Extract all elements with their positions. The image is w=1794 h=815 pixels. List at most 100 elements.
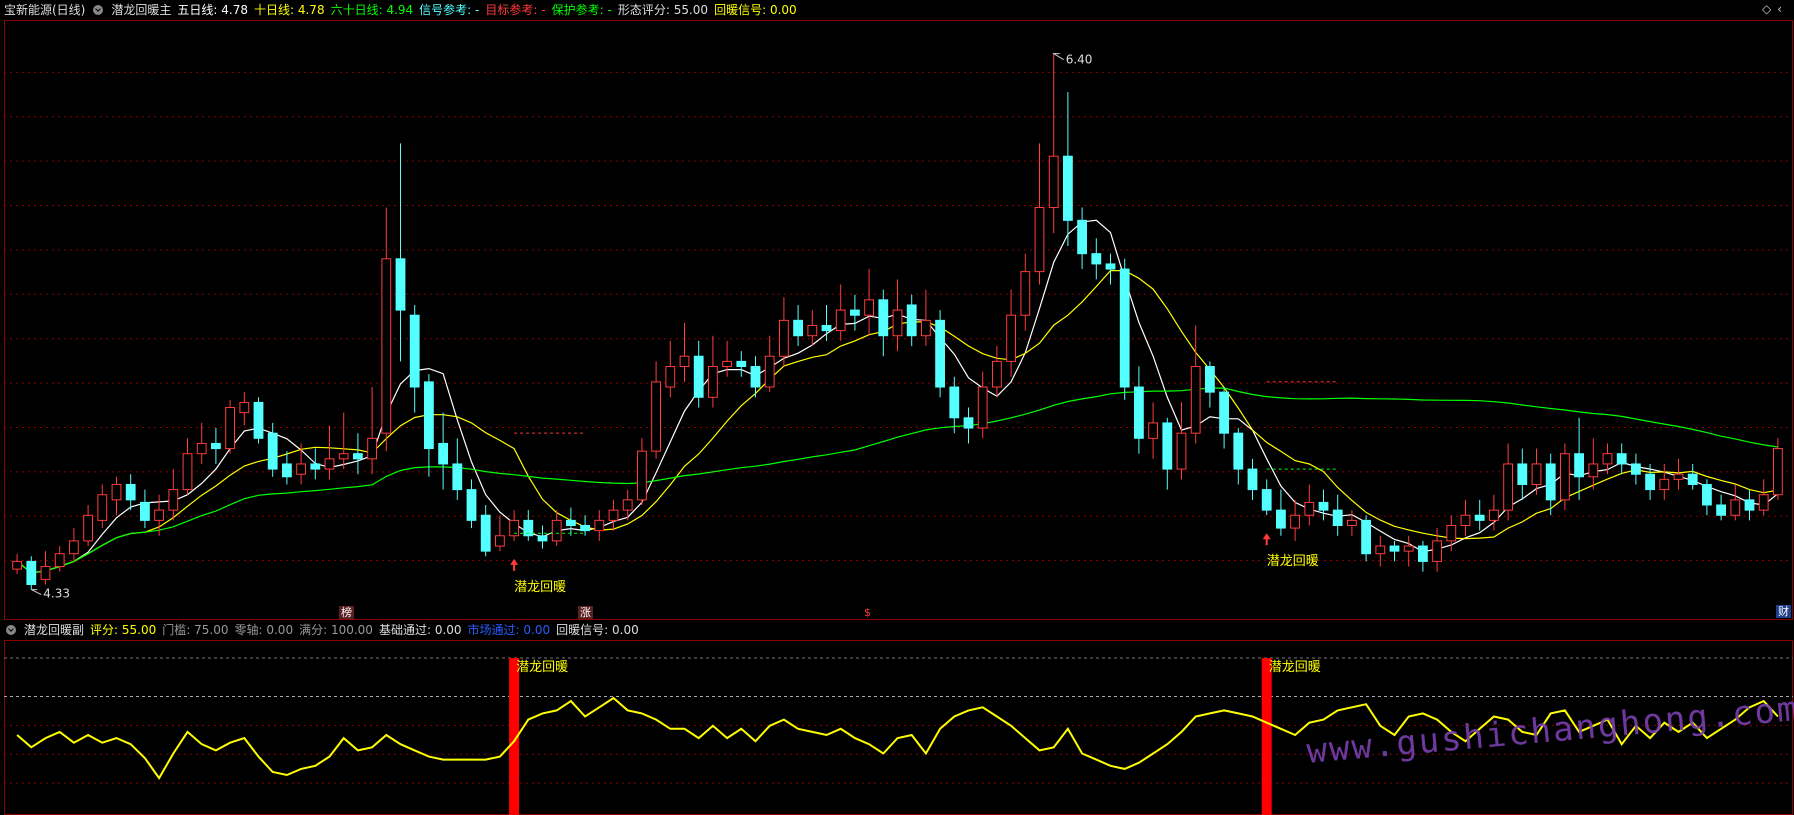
candle[interactable] [1162, 417, 1173, 490]
candle[interactable] [1233, 428, 1244, 485]
candle[interactable] [1190, 325, 1201, 444]
candle[interactable] [338, 412, 349, 470]
candle[interactable] [551, 510, 562, 547]
candle[interactable] [1417, 540, 1428, 572]
candle[interactable] [1133, 366, 1144, 454]
candle[interactable] [1048, 53, 1059, 234]
candle[interactable] [26, 556, 37, 590]
candle[interactable] [1275, 489, 1286, 536]
candle[interactable] [693, 340, 704, 408]
marker-zhang[interactable]: 涨 [578, 606, 593, 619]
candle[interactable] [423, 374, 434, 477]
sub-indicator-name[interactable]: 潜龙回暖副 [24, 620, 84, 640]
candle[interactable] [139, 489, 150, 529]
candle[interactable] [1219, 387, 1230, 449]
candle[interactable] [1403, 535, 1414, 567]
candle[interactable] [722, 340, 733, 377]
candle[interactable] [977, 371, 988, 439]
diamond-icon[interactable]: ◇ [1762, 2, 1777, 16]
candle[interactable] [125, 474, 136, 511]
marker-dollar[interactable]: $ [862, 606, 873, 619]
candle[interactable] [793, 304, 804, 346]
candle[interactable] [1460, 499, 1471, 536]
candle[interactable] [920, 289, 931, 346]
candle[interactable] [835, 284, 846, 341]
candle[interactable] [622, 489, 633, 521]
candle[interactable] [1148, 402, 1159, 459]
settings-circle-icon[interactable] [6, 625, 16, 635]
candle[interactable] [1716, 494, 1727, 521]
candle[interactable] [1304, 484, 1315, 526]
chevron-left-icon[interactable]: ‹ [1777, 2, 1788, 16]
candle[interactable] [1616, 443, 1627, 475]
candle[interactable] [1389, 540, 1400, 562]
candle[interactable] [1517, 448, 1528, 500]
candle[interactable] [12, 553, 23, 575]
candle[interactable] [636, 438, 647, 505]
candle[interactable] [1630, 453, 1641, 485]
candle[interactable] [1176, 402, 1187, 480]
candle[interactable] [537, 525, 548, 549]
candle[interactable] [97, 484, 108, 529]
candle[interactable] [608, 499, 619, 531]
candle[interactable] [68, 528, 79, 562]
candle[interactable] [1020, 253, 1031, 331]
candle[interactable] [1034, 143, 1045, 285]
candle[interactable] [594, 510, 605, 541]
candle[interactable] [1290, 499, 1301, 541]
candle[interactable] [1673, 458, 1684, 490]
candle[interactable] [665, 340, 676, 398]
candle[interactable] [1772, 438, 1783, 500]
candle[interactable] [480, 504, 491, 557]
candle[interactable] [1559, 443, 1570, 511]
candle[interactable] [111, 476, 122, 516]
candle[interactable] [935, 310, 946, 398]
candle[interactable] [906, 294, 917, 346]
candle[interactable] [1375, 535, 1386, 567]
candle[interactable] [1574, 417, 1585, 500]
candle[interactable] [1730, 484, 1741, 521]
candle[interactable] [168, 469, 179, 521]
candle[interactable] [1659, 463, 1670, 500]
candle[interactable] [409, 304, 420, 413]
candle[interactable] [1006, 289, 1017, 377]
candle[interactable] [1077, 207, 1088, 270]
candle[interactable] [949, 376, 960, 434]
settings-circle-icon[interactable] [93, 5, 104, 15]
candle[interactable] [225, 399, 236, 454]
candle[interactable] [1204, 361, 1215, 408]
candle[interactable] [1503, 443, 1514, 521]
candle[interactable] [1687, 463, 1698, 490]
candle[interactable] [580, 515, 591, 536]
candle[interactable] [395, 143, 406, 362]
marker-cai[interactable]: 财 [1776, 605, 1791, 618]
candle[interactable] [83, 504, 94, 547]
candle[interactable] [1261, 479, 1272, 516]
candle[interactable] [963, 407, 974, 444]
candle[interactable] [239, 392, 250, 426]
candle[interactable] [778, 297, 789, 367]
signal-annotation[interactable]: 潜龙回暖 [510, 432, 585, 595]
candle[interactable] [466, 479, 477, 529]
candle[interactable] [892, 279, 903, 352]
candle[interactable] [807, 310, 818, 346]
candle[interactable] [1091, 238, 1102, 280]
stock-name[interactable]: 宝新能源(日线) [4, 0, 85, 20]
candle[interactable] [991, 345, 1002, 398]
candle[interactable] [296, 443, 307, 485]
candle[interactable] [1701, 479, 1712, 516]
candle[interactable] [281, 451, 292, 485]
candle[interactable] [864, 269, 875, 336]
candle[interactable] [736, 351, 747, 377]
main-indicator-name[interactable]: 潜龙回暖主 [111, 0, 171, 20]
candle[interactable] [509, 510, 520, 541]
candle[interactable] [1474, 499, 1485, 531]
candle[interactable] [494, 515, 505, 552]
candle[interactable] [1332, 494, 1343, 536]
candle[interactable] [764, 335, 775, 393]
candle[interactable] [1361, 515, 1372, 562]
candle[interactable] [878, 289, 889, 357]
candle[interactable] [324, 425, 335, 480]
candle[interactable] [1346, 510, 1357, 536]
candle[interactable] [565, 507, 576, 536]
